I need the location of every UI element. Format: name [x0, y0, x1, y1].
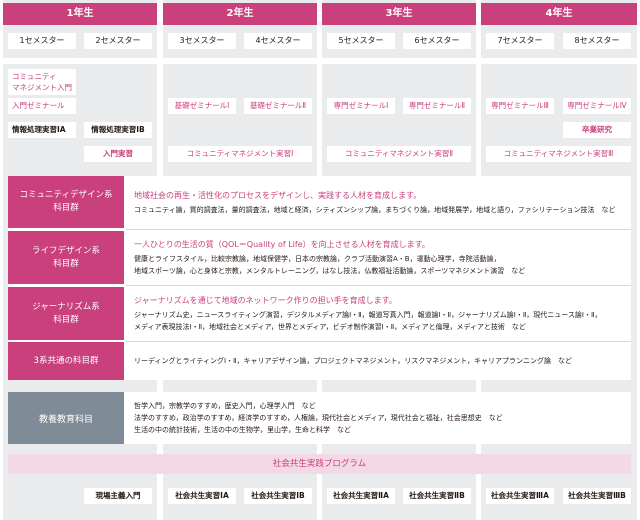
program-item: 現場主義入門	[84, 488, 152, 504]
semester-6: 6セメスター	[403, 33, 471, 49]
semester-1: 1セメスター	[8, 33, 76, 49]
program-item: 社会共生実習ⅠA	[168, 488, 236, 504]
course-adv-seminar-1: 専門ゼミナールⅠ	[327, 98, 395, 114]
semester-8: 8セメスター	[563, 33, 631, 49]
year-header-2: 2年生	[163, 3, 317, 25]
group-courses: ジャーナリズム史，ニュースライティング演習，デジタルメディア論Ⅰ・Ⅱ，報道写真入…	[134, 311, 602, 331]
course-cm-practice-1: コミュニティマネジメント実習Ⅰ	[168, 146, 312, 162]
course-intro-seminar: 入門ゼミナール	[8, 98, 76, 114]
course-community-intro: コミュニティ マネジメント入門	[8, 69, 76, 95]
group-journalism-label: ジャーナリズム系 科目群	[8, 287, 124, 340]
program-item: 社会共生実習ⅢA	[486, 488, 554, 504]
year-header-4: 4年生	[481, 3, 637, 25]
year-header-1: 1年生	[3, 3, 157, 25]
group-title: 一人ひとりの生活の質（QOL＝Quality of Life）を向上させる人材を…	[134, 240, 430, 249]
course-basic-seminar-2: 基礎ゼミナールⅡ	[244, 98, 312, 114]
course-info-1b: 情報処理実習ⅠB	[84, 122, 152, 138]
course-cm-practice-2: コミュニティマネジメント実習Ⅱ	[327, 146, 471, 162]
liberal-courses: 哲学入門，宗教学のすすめ，歴史入門，心理学入門 など 法学のすすめ，政治学のすす…	[134, 402, 503, 434]
semester-4: 4セメスター	[244, 33, 312, 49]
year-header-3: 3年生	[322, 3, 476, 25]
group-community-design-label: コミュニティデザイン系 科目群	[8, 176, 124, 228]
program-item: 社会共生実習ⅡB	[403, 488, 471, 504]
course-thesis: 卒業研究	[563, 122, 631, 138]
semester-7: 7セメスター	[486, 33, 554, 49]
group-separator	[126, 229, 631, 230]
course-adv-seminar-3: 専門ゼミナールⅢ	[486, 98, 554, 114]
semester-3: 3セメスター	[168, 33, 236, 49]
course-adv-seminar-2: 専門ゼミナールⅡ	[403, 98, 471, 114]
group-common-content: リーディングとライティングⅠ・Ⅱ，キャリアデザイン論，プロジェクトマネジメント，…	[126, 342, 631, 380]
group-life-design-content: 一人ひとりの生活の質（QOL＝Quality of Life）を向上させる人材を…	[126, 231, 631, 284]
program-item: 社会共生実習ⅡA	[327, 488, 395, 504]
semester-5: 5セメスター	[327, 33, 395, 49]
group-title: ジャーナリズムを通じて地域のネットワーク作りの担い手を育成します。	[134, 296, 397, 305]
course-basic-seminar-1: 基礎ゼミナールⅠ	[168, 98, 236, 114]
group-common-label: 3系共通の科目群	[8, 342, 124, 380]
liberal-label: 教養教育科目	[8, 392, 124, 444]
course-info-1a: 情報処理実習ⅠA	[8, 122, 76, 138]
liberal-content: 哲学入門，宗教学のすすめ，歴史入門，心理学入門 など 法学のすすめ，政治学のすす…	[126, 392, 631, 444]
group-journalism-content: ジャーナリズムを通じて地域のネットワーク作りの担い手を育成します。 ジャーナリズ…	[126, 287, 631, 340]
group-title: 地域社会の再生・活性化のプロセスをデザインし、実践する人材を育成します。	[134, 190, 422, 200]
group-courses: リーディングとライティングⅠ・Ⅱ，キャリアデザイン論，プロジェクトマネジメント，…	[134, 357, 573, 365]
program-item: 社会共生実習ⅢB	[563, 488, 631, 504]
group-separator	[126, 285, 631, 286]
group-courses: コミュニティ論，質的調査法，量的調査法，地域と経済，シティズンシップ論，まちづく…	[134, 205, 616, 214]
course-adv-seminar-4: 専門ゼミナールⅣ	[563, 98, 631, 114]
program-title: 社会共生実践プログラム	[8, 454, 631, 474]
semester-2: 2セメスター	[84, 33, 152, 49]
header-divider	[0, 58, 640, 64]
program-item: 社会共生実習ⅠB	[244, 488, 312, 504]
course-intro-practice: 入門実習	[84, 146, 152, 162]
course-cm-practice-3: コミュニティマネジメント実習Ⅲ	[486, 146, 631, 162]
group-life-design-label: ライフデザイン系 科目群	[8, 231, 124, 284]
group-courses: 健康とライフスタイル，比較宗教論，地域保健学，日本の宗教論，クラブ活動演習A・B…	[134, 255, 526, 275]
group-community-design-content: 地域社会の再生・活性化のプロセスをデザインし、実践する人材を育成します。 コミュ…	[126, 176, 631, 228]
